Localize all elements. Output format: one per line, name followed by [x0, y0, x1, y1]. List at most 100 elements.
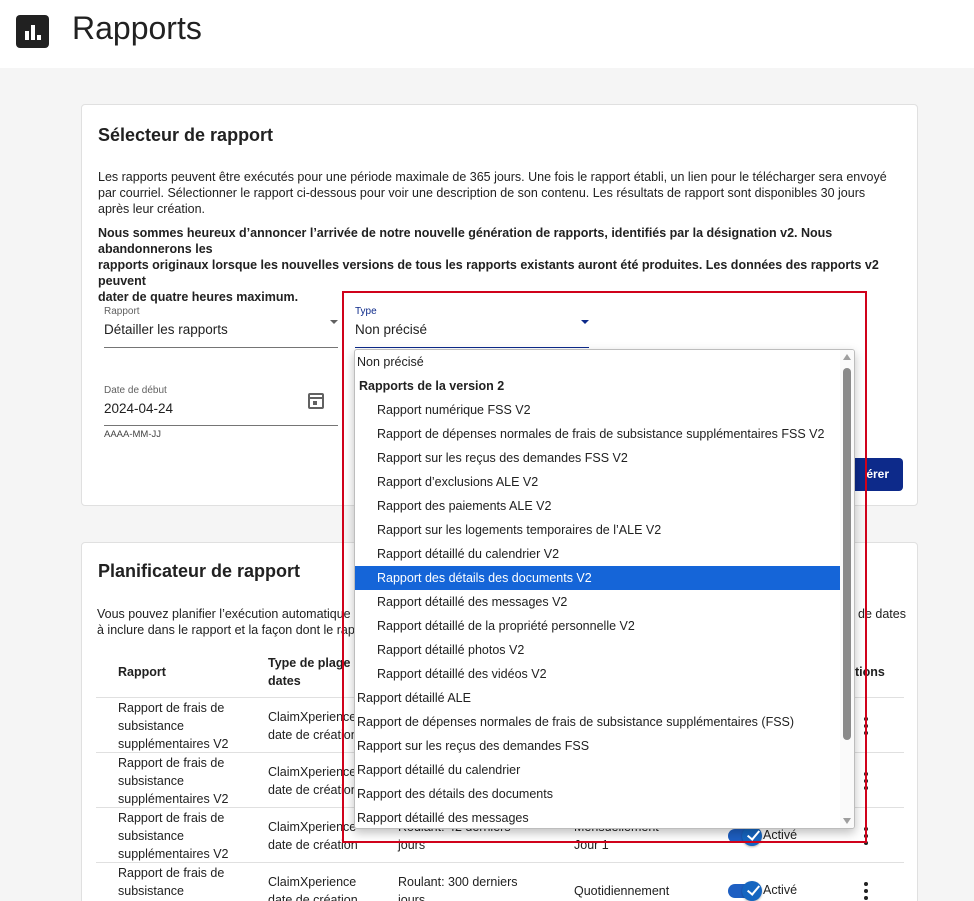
selector-notice: Nous sommes heureux d’annoncer l’arrivée…: [98, 225, 906, 305]
intro-line: après leur création.: [98, 202, 206, 216]
row-report-line: supplémentaires V2: [118, 737, 229, 751]
scheduler-intro-line: à inclure dans le rapport et la façon do…: [97, 623, 355, 637]
more-vert-icon[interactable]: [864, 882, 868, 901]
row-report-line: subsistance: [118, 884, 185, 898]
type-select-value: Non précisé: [355, 322, 428, 337]
scheduler-intro: Vous pouvez planifier l’exécution automa…: [97, 606, 357, 638]
notice-line: Nous sommes heureux d’annoncer l’arrivée…: [98, 226, 833, 256]
start-date-field[interactable]: Date de début 2024-04-24: [104, 385, 338, 426]
row-range-line: ClaimXperience: [268, 875, 357, 889]
row-range-line: date de création: [268, 838, 358, 852]
type-option[interactable]: Rapport détaillé du calendrier V2: [355, 542, 841, 566]
type-select[interactable]: Type Non précisé: [355, 306, 589, 348]
start-date-value: 2024-04-24: [104, 401, 174, 416]
row-window-line: jours: [398, 893, 426, 901]
row-range-line: ClaimXperience: [268, 765, 357, 779]
option-group-label: Rapports de la version 2: [359, 379, 505, 393]
row-report-line: subsistance: [118, 829, 185, 843]
schedule-toggle[interactable]: [728, 881, 762, 901]
chevron-down-icon: [581, 320, 589, 324]
scrollbar-thumb[interactable]: [843, 368, 851, 740]
row-report-line: Rapport de frais de: [118, 811, 225, 825]
type-option[interactable]: Rapport des paiements ALE V2: [355, 494, 841, 518]
bar-chart-icon: [16, 15, 49, 48]
type-option[interactable]: Rapport d’exclusions ALE V2: [355, 470, 841, 494]
type-option[interactable]: Rapport des détails des documents V2: [355, 566, 841, 590]
row-range-type: ClaimXperience date de création: [268, 763, 358, 799]
dropdown-scrollbar[interactable]: [840, 350, 854, 828]
row-status: Activé: [763, 883, 798, 897]
type-option[interactable]: Rapport détaillé ALE: [355, 686, 841, 710]
more-vert-icon[interactable]: [864, 827, 868, 848]
row-report: Rapport de frais de subsistance suppléme…: [118, 754, 228, 808]
type-option[interactable]: Rapport numérique FSS V2: [355, 398, 841, 422]
type-option[interactable]: Rapport détaillé des vidéos V2: [355, 662, 841, 686]
row-window-line: Roulant: 300 derniers: [398, 875, 518, 889]
more-vert-icon[interactable]: [864, 772, 868, 793]
row-range-type: ClaimXperience date de création: [268, 818, 358, 854]
scheduler-intro-tail: de dates: [858, 607, 906, 621]
start-date-helper: AAAA-MM-JJ: [104, 429, 161, 440]
schedule-toggle[interactable]: [728, 826, 762, 846]
type-option[interactable]: Rapport sur les reçus des demandes FSS V…: [355, 446, 841, 470]
table-row: Rapport de frais de subsistance ClaimXpe…: [96, 863, 904, 901]
scroll-up-icon[interactable]: [843, 354, 851, 360]
row-window-line: jours: [398, 838, 426, 852]
type-option[interactable]: Rapport détaillé des messages: [355, 806, 841, 828]
row-report-line: Rapport de frais de: [118, 701, 225, 715]
report-select-value: Détailler les rapports: [104, 322, 228, 337]
type-option[interactable]: Non précisé: [355, 350, 841, 374]
row-frequency-line: Jour 1: [574, 838, 609, 852]
row-report: Rapport de frais de subsistance: [118, 864, 224, 900]
intro-line: Les rapports peuvent être exécutés pour …: [98, 170, 887, 184]
row-report-line: supplémentaires V2: [118, 792, 229, 806]
type-option[interactable]: Rapport détaillé photos V2: [355, 638, 841, 662]
type-option[interactable]: Rapport sur les logements temporaires de…: [355, 518, 841, 542]
row-range-line: date de création: [268, 783, 358, 797]
type-option[interactable]: Rapport sur les reçus des demandes FSS: [355, 734, 841, 758]
notice-line: rapports originaux lorsque les nouvelles…: [98, 258, 879, 288]
scheduler-title: Planificateur de rapport: [98, 561, 301, 581]
row-range-line: ClaimXperience: [268, 820, 357, 834]
row-range-type: ClaimXperience date de création: [268, 708, 358, 744]
check-icon: [746, 882, 761, 896]
column-range-type-line: Type de plage d: [268, 656, 358, 670]
row-range-line: date de création: [268, 893, 358, 901]
row-report: Rapport de frais de subsistance suppléme…: [118, 699, 228, 753]
more-vert-icon[interactable]: [864, 717, 868, 738]
row-report-line: subsistance: [118, 719, 185, 733]
chevron-down-icon: [330, 320, 338, 324]
type-dropdown-menu[interactable]: Non précisé Rapports de la version 2 Rappo…: [354, 349, 855, 829]
column-range-type-line: dates: [268, 674, 301, 688]
report-select-label: Rapport: [104, 306, 140, 317]
selector-title: Sélecteur de rapport: [98, 125, 274, 145]
type-option[interactable]: Rapport de dépenses normales de frais de…: [355, 422, 841, 446]
report-select[interactable]: Rapport Détailler les rapports: [104, 306, 338, 348]
app-header: Rapports: [0, 0, 974, 68]
row-range-line: date de création: [268, 728, 358, 742]
check-icon: [746, 827, 761, 841]
type-option[interactable]: Rapport détaillé du calendrier: [355, 758, 841, 782]
scroll-down-icon[interactable]: [843, 818, 851, 824]
row-report-line: supplémentaires V2: [118, 847, 229, 861]
selector-intro: Les rapports peuvent être exécutés pour …: [98, 169, 906, 217]
type-option[interactable]: Rapport détaillé des messages V2: [355, 590, 841, 614]
type-option[interactable]: Rapport détaillé de la propriété personn…: [355, 614, 841, 638]
column-range-type[interactable]: Type de plage d dates: [268, 654, 358, 690]
intro-line: par courriel. Sélectionner le rapport ci…: [98, 186, 866, 200]
row-frequency: Quotidiennement: [574, 884, 670, 898]
row-report: Rapport de frais de subsistance suppléme…: [118, 809, 228, 863]
calendar-icon[interactable]: [308, 393, 324, 409]
type-select-label: Type: [355, 306, 377, 317]
row-range-line: ClaimXperience: [268, 710, 357, 724]
scheduler-intro-line: Vous pouvez planifier l’exécution automa…: [97, 607, 351, 621]
column-report[interactable]: Rapport: [118, 663, 166, 681]
type-option[interactable]: Rapport de dépenses normales de frais de…: [355, 710, 841, 734]
row-window: Roulant: 300 derniers jours: [398, 873, 518, 901]
row-range-type: ClaimXperience date de création: [268, 873, 358, 901]
row-report-line: Rapport de frais de: [118, 756, 225, 770]
notice-line: dater de quatre heures maximum.: [98, 290, 299, 304]
row-report-line: subsistance: [118, 774, 185, 788]
page-title: Rapports: [72, 10, 202, 46]
type-option[interactable]: Rapport des détails des documents: [355, 782, 841, 806]
